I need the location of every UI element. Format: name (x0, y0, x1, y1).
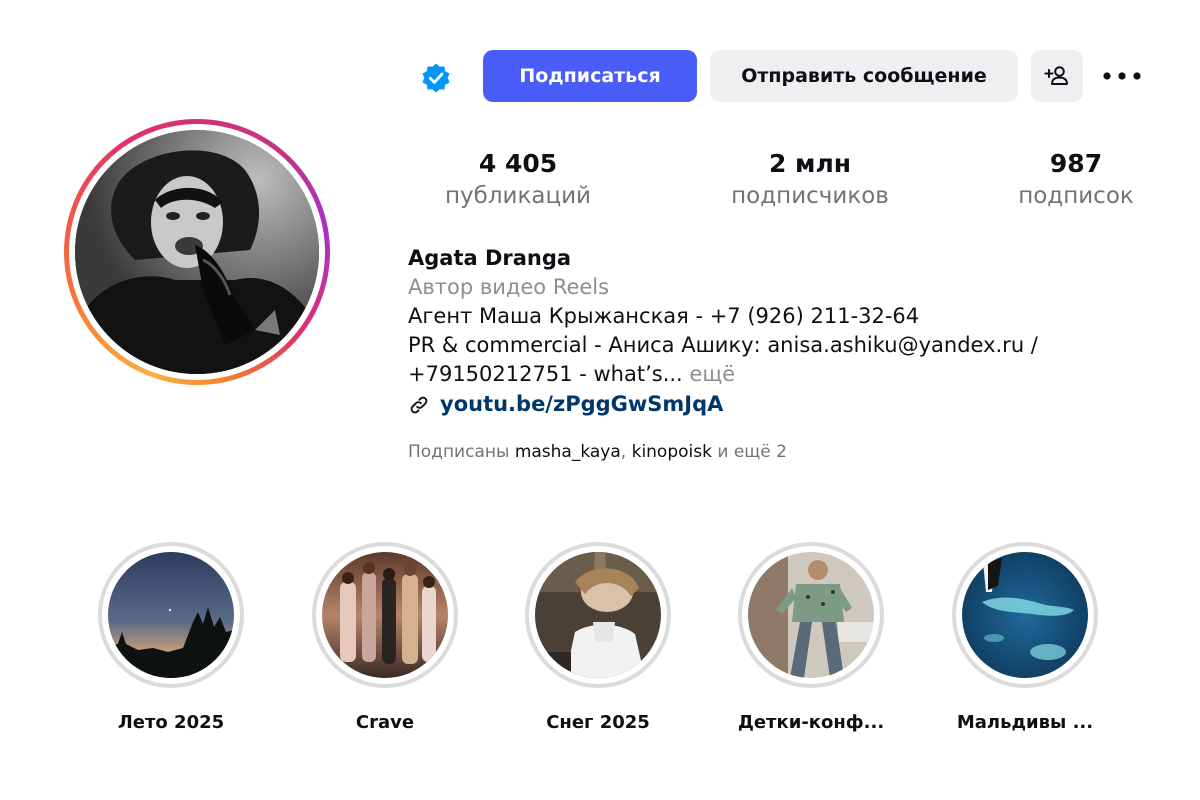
add-person-icon (1044, 66, 1068, 85)
highlight-title: Crave (355, 712, 415, 733)
followers-count-value: 2 млн (768, 149, 852, 178)
highlight-gap (316, 546, 454, 684)
followed-by-suffix[interactable]: и ещё 2 (717, 442, 787, 462)
more-options-button[interactable] (1100, 62, 1144, 90)
highlight-item[interactable]: Лето 2025 (91, 542, 251, 733)
highlight-cover (322, 552, 448, 678)
highlight-cover-ocean-image (962, 552, 1088, 678)
followed-by-account-2[interactable]: kinopoisk (632, 442, 712, 462)
highlight-cover (962, 552, 1088, 678)
highlight-cover-portrait-image (535, 552, 661, 678)
avatar[interactable] (75, 130, 319, 374)
highlight-gap (956, 546, 1094, 684)
bio-link-text: youtu.be/zPggGwSmJqA (440, 392, 724, 416)
following-count-value: 987 (1049, 149, 1103, 178)
suggested-accounts-button[interactable] (1031, 50, 1083, 102)
highlight-cover (535, 552, 661, 678)
highlight-title: Мальдивы ... (956, 712, 1094, 733)
more-dots-icon (1103, 72, 1141, 80)
posts-count: 4 405 публикаций (438, 148, 598, 212)
bio-line-pr: PR & commercial - Аниса Ашику: anisa.ash… (408, 333, 1038, 357)
posts-count-label: публикаций (444, 183, 592, 209)
highlight-item[interactable]: Crave (305, 542, 465, 733)
highlight-title: Лето 2025 (117, 712, 225, 733)
highlight-ring (312, 542, 458, 688)
bio-line-agent: Агент Маша Крыжанская - +7 (926) 211-32-… (408, 304, 920, 328)
highlight-ring (98, 542, 244, 688)
link-icon (410, 396, 428, 413)
highlight-cover-dance-image (748, 552, 874, 678)
profile-bio: Agata Dranga Автор видео Reels Агент Маш… (408, 244, 1168, 419)
follow-button[interactable]: Подписаться (483, 50, 697, 102)
highlight-title: Детки-конф... (737, 712, 885, 733)
bio-line-contact: +79150212751 - what’s... ещё (408, 360, 1168, 389)
send-message-button[interactable]: Отправить сообщение (710, 50, 1018, 102)
verified-badge-icon (422, 63, 450, 93)
profile-category: Автор видео Reels (408, 275, 610, 299)
posts-count-value: 4 405 (478, 149, 558, 178)
bio-external-link[interactable]: youtu.be/zPggGwSmJqA (408, 390, 1168, 419)
highlight-title: Снег 2025 (546, 712, 650, 733)
highlight-gap (529, 546, 667, 684)
profile-name: Agata Dranga (408, 246, 572, 270)
highlight-cover-dusk-image (108, 552, 234, 678)
followed-by-account-1[interactable]: masha_kaya (515, 442, 621, 462)
highlight-cover-stage-image (322, 552, 448, 678)
highlight-cover (748, 552, 874, 678)
bio-line-contact-text: +79150212751 - what’s... (408, 362, 683, 386)
following-count-label: подписок (1018, 183, 1134, 209)
highlight-item[interactable]: Снег 2025 (518, 542, 678, 733)
highlight-gap (742, 546, 880, 684)
followed-by-separator: , (620, 442, 627, 462)
followed-by: Подписаны masha_kaya, kinopoisk и ещё 2 (408, 442, 787, 462)
followed-by-prefix: Подписаны (408, 442, 510, 462)
followers-count[interactable]: 2 млн подписчиков (718, 148, 902, 212)
avatar-gap (69, 124, 325, 380)
followers-count-label: подписчиков (731, 183, 889, 209)
bio-more-link[interactable]: ещё (689, 362, 735, 386)
highlight-cover (108, 552, 234, 678)
highlight-ring (738, 542, 884, 688)
highlight-ring (525, 542, 671, 688)
profile-page: Подписаться Отправить сообщение 4 405 пу… (0, 0, 1200, 800)
highlight-ring (952, 542, 1098, 688)
avatar-photo-illustration (75, 130, 319, 374)
highlight-gap (102, 546, 240, 684)
highlight-item[interactable]: Мальдивы ... (945, 542, 1105, 733)
highlight-item[interactable]: Детки-конф... (731, 542, 891, 733)
story-ring[interactable] (64, 119, 330, 385)
following-count[interactable]: 987 подписок (1006, 148, 1146, 212)
